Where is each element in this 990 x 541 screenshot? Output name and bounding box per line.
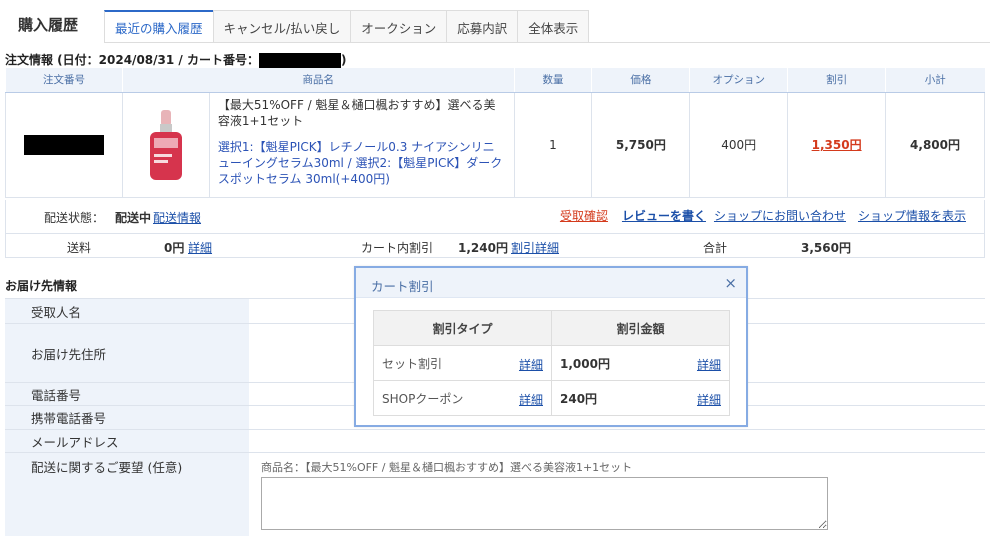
shipping-info-link[interactable]: 配送情報 — [153, 209, 201, 226]
col-option: オプション — [689, 68, 788, 93]
tab-auction[interactable]: オークション — [350, 10, 448, 43]
col-discount-type: 割引タイプ — [373, 310, 552, 346]
discount-row: セット割引 詳細 1,000円 詳細 — [373, 345, 730, 381]
order-actions: 受取確認 レビューを書く ショップにお問い合わせ ショップ情報を表示 — [560, 207, 966, 224]
col-subtotal: 小計 — [885, 68, 985, 93]
discount-link[interactable]: 1,350円 — [812, 138, 862, 152]
order-heading-close: ) — [340, 53, 347, 67]
order-heading-text: 注文情報 (日付：2024/08/31 / カート番号： — [5, 53, 259, 67]
discount-amount-detail-link[interactable]: 詳細 — [697, 356, 721, 373]
order-table-header: 注文番号 商品名 数量 価格 オプション 割引 小計 — [5, 68, 985, 93]
col-price: 価格 — [591, 68, 690, 93]
tab-recent[interactable]: 最近の購入履歴 — [104, 10, 214, 43]
discount-type-detail-link[interactable]: 詳細 — [519, 391, 543, 408]
discount-type-cell: SHOPクーポン 詳細 — [373, 380, 552, 416]
discount-amount: 240円 — [560, 391, 598, 406]
cart-discount-label: カート内割引 — [361, 241, 434, 255]
popup-header: カート割引 × — [356, 268, 746, 298]
order-totals-row: 送料 0円 詳細 カート内割引 1,240円 割引詳細 合計 3,560円 — [5, 233, 985, 258]
discount-table-header: 割引タイプ 割引金額 — [373, 310, 730, 346]
shipping-status-row: 配送状態： 配送中 配送情報 受取確認 レビューを書く ショップにお問い合わせ … — [5, 200, 985, 233]
shipping-fee-detail-link[interactable]: 詳細 — [188, 239, 212, 256]
product-thumbnail[interactable] — [123, 92, 210, 197]
discount-amount-cell: 240円 詳細 — [551, 380, 730, 416]
request-product-note: 商品名：【最大51%OFF / 魁星＆樋口楓おすすめ】選べる美容液1+1セット — [261, 461, 633, 474]
col-product-name: 商品名 — [121, 68, 515, 93]
redacted-cart-number — [258, 52, 341, 69]
product-name[interactable]: 【最大51%OFF / 魁星＆樋口楓おすすめ】選べる美容液1+1セット — [218, 97, 506, 129]
discount-amount: 1,000円 — [560, 356, 610, 371]
page-header: 購入履歴 最近の購入履歴 キャンセル/払い戻し オークション 応募内訳 全体表示 — [0, 0, 990, 44]
write-review-link[interactable]: レビューを書く — [622, 207, 706, 224]
discount-row: SHOPクーポン 詳細 240円 詳細 — [373, 380, 730, 416]
order-info-heading: 注文情報 (日付：2024/08/31 / カート番号：) — [5, 51, 346, 69]
tab-entries[interactable]: 応募内訳 — [446, 10, 519, 43]
order-number-cell — [5, 91, 123, 198]
shop-info-link[interactable]: ショップ情報を表示 — [858, 207, 966, 224]
page-title: 購入履歴 — [18, 16, 79, 34]
serum-bottle-icon — [149, 109, 182, 180]
shop-inquiry-link[interactable]: ショップにお問い合わせ — [714, 207, 846, 224]
cart-discount-popup: カート割引 × 割引タイプ 割引金額 セット割引 詳細 1,000円 詳細 SH… — [354, 266, 748, 427]
option-price-cell: 400円 — [689, 91, 789, 198]
recipient-label: 受取人名 — [5, 299, 249, 323]
tab-bar: 最近の購入履歴 キャンセル/払い戻し オークション 応募内訳 全体表示 — [104, 10, 590, 43]
delivery-request-textarea[interactable] — [261, 477, 828, 530]
col-discount-amount: 割引金額 — [551, 310, 730, 346]
discount-type-detail-link[interactable]: 詳細 — [519, 356, 543, 373]
col-order-number: 注文番号 — [5, 68, 123, 93]
mobile-label: 携帯電話番号 — [5, 406, 249, 429]
popup-title: カート割引 — [371, 279, 434, 294]
email-row: メールアドレス — [5, 430, 985, 453]
quantity-cell: 1 — [513, 91, 593, 198]
product-option: 選択1:【魁星PICK】レチノール0.3 ナイアシンリニューイングセラム30ml… — [217, 139, 503, 186]
tab-cancel-refund[interactable]: キャンセル/払い戻し — [212, 10, 352, 43]
total-value: 3,560円 — [801, 241, 851, 255]
discount-type: SHOPクーポン — [382, 391, 464, 406]
close-icon[interactable]: × — [724, 274, 737, 292]
discount-amount-detail-link[interactable]: 詳細 — [697, 391, 721, 408]
cart-discount-detail-link[interactable]: 割引詳細 — [511, 239, 559, 256]
delivery-info-heading: お届け先情報 — [5, 279, 78, 293]
phone-label: 電話番号 — [5, 383, 249, 405]
order-row: 【最大51%OFF / 魁星＆樋口楓おすすめ】選べる美容液1+1セット 選択1:… — [5, 91, 985, 198]
shipping-status-label: 配送状態： — [44, 211, 105, 225]
email-label: メールアドレス — [5, 430, 249, 452]
discount-type-cell: セット割引 詳細 — [373, 345, 552, 381]
col-discount: 割引 — [787, 68, 886, 93]
redacted-order-number — [23, 134, 104, 155]
confirm-receipt-link[interactable]: 受取確認 — [560, 207, 608, 224]
product-info: 【最大51%OFF / 魁星＆樋口楓おすすめ】選べる美容液1+1セット 選択1:… — [210, 93, 514, 197]
discount-type: セット割引 — [382, 356, 443, 371]
col-quantity: 数量 — [513, 68, 592, 93]
request-label: 配送に関するご要望 (任意) — [5, 453, 249, 536]
discount-breakdown-table: 割引タイプ 割引金額 セット割引 詳細 1,000円 詳細 SHOPクーポン 詳… — [373, 310, 730, 416]
tab-underline — [104, 42, 990, 43]
subtotal-cell: 4,800円 — [885, 91, 985, 198]
cart-discount-value: 1,240円 — [458, 241, 508, 255]
order-table: 注文番号 商品名 数量 価格 オプション 割引 小計 【最大51%OFF / 魁… — [5, 68, 985, 198]
discount-cell: 1,350円 — [787, 91, 887, 198]
product-cell-wrapper: 【最大51%OFF / 魁星＆樋口楓おすすめ】選べる美容液1+1セット 選択1:… — [121, 91, 515, 198]
discount-amount-cell: 1,000円 詳細 — [551, 345, 730, 381]
shipping-fee-label: 送料 — [67, 241, 92, 255]
shipping-status-value: 配送中 — [115, 211, 152, 225]
total-label: 合計 — [703, 241, 728, 255]
price-cell: 5,750円 — [591, 91, 691, 198]
address-label: お届け先住所 — [5, 324, 249, 382]
shipping-fee-value: 0円 — [164, 241, 185, 255]
tab-all[interactable]: 全体表示 — [517, 10, 590, 43]
